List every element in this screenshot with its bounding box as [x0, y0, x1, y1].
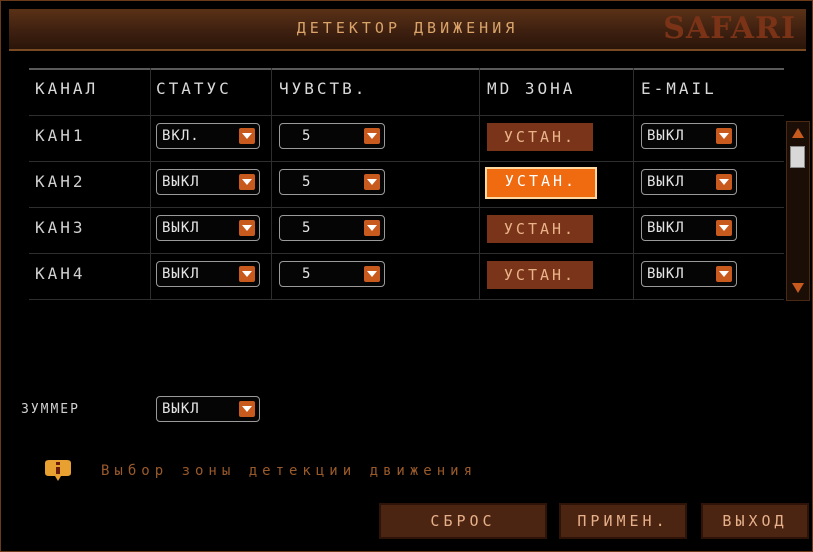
- exit-button[interactable]: ВЫХОД: [701, 503, 809, 539]
- email-value: ВЫКЛ: [647, 128, 685, 144]
- chevron-down-icon[interactable]: [364, 266, 380, 282]
- email-select[interactable]: ВЫКЛ: [641, 123, 737, 149]
- email-value: ВЫКЛ: [647, 266, 685, 282]
- chevron-down-icon[interactable]: [239, 220, 255, 236]
- chevron-down-icon[interactable]: [716, 128, 732, 144]
- channel-label: КАН2: [35, 172, 86, 191]
- info-icon: [43, 459, 73, 483]
- col-divider: [150, 68, 151, 299]
- buzzer-select[interactable]: ВЫКЛ: [156, 396, 260, 422]
- scrollbar-thumb[interactable]: [790, 146, 805, 168]
- email-value: ВЫКЛ: [647, 174, 685, 190]
- sensitivity-select[interactable]: 5: [279, 215, 385, 241]
- sensitivity-select[interactable]: 5: [279, 169, 385, 195]
- status-value: ВЫКЛ: [162, 220, 200, 236]
- status-value: ВЫКЛ: [162, 174, 200, 190]
- row-divider: [29, 161, 784, 162]
- dialog-window: ДЕТЕКТОР ДВИЖЕНИЯ SAFARI КАНАЛ СТАТУС ЧУ…: [0, 0, 813, 552]
- row-divider: [29, 115, 784, 116]
- row-divider: [29, 299, 784, 300]
- buzzer-value: ВЫКЛ: [162, 401, 200, 417]
- channel-label: КАН4: [35, 264, 86, 283]
- chevron-down-icon[interactable]: [239, 128, 255, 144]
- table-top-border: [29, 68, 784, 70]
- column-header-status: СТАТУС: [156, 79, 232, 98]
- zone-setup-button[interactable]: УСТАН.: [487, 261, 593, 289]
- email-select[interactable]: ВЫКЛ: [641, 169, 737, 195]
- row-divider: [29, 253, 784, 254]
- scroll-down-icon[interactable]: [790, 280, 806, 296]
- scroll-up-icon[interactable]: [790, 125, 806, 141]
- hint-text: Выбор зоны детекции движения: [101, 463, 478, 479]
- sensitivity-select[interactable]: 5: [279, 261, 385, 287]
- sensitivity-value: 5: [302, 128, 312, 144]
- chevron-down-icon[interactable]: [716, 266, 732, 282]
- col-divider: [479, 68, 480, 299]
- status-select[interactable]: ВЫКЛ: [156, 215, 260, 241]
- zone-setup-button[interactable]: УСТАН.: [487, 123, 593, 151]
- chevron-down-icon[interactable]: [364, 128, 380, 144]
- column-header-channel: КАНАЛ: [35, 79, 99, 98]
- column-header-md-zone: MD ЗОНА: [487, 79, 576, 98]
- sensitivity-value: 5: [302, 220, 312, 236]
- col-divider: [271, 68, 272, 299]
- status-select[interactable]: ВКЛ.: [156, 123, 260, 149]
- channel-label: КАН3: [35, 218, 86, 237]
- chevron-down-icon[interactable]: [716, 174, 732, 190]
- chevron-down-icon[interactable]: [364, 220, 380, 236]
- table-scrollbar[interactable]: [786, 121, 810, 301]
- email-select[interactable]: ВЫКЛ: [641, 215, 737, 241]
- chevron-down-icon[interactable]: [716, 220, 732, 236]
- status-select[interactable]: ВЫКЛ: [156, 169, 260, 195]
- status-value: ВЫКЛ: [162, 266, 200, 282]
- sensitivity-value: 5: [302, 266, 312, 282]
- email-value: ВЫКЛ: [647, 220, 685, 236]
- status-value: ВКЛ.: [162, 128, 200, 144]
- zone-setup-button[interactable]: УСТАН.: [487, 215, 593, 243]
- chevron-down-icon[interactable]: [239, 401, 255, 417]
- column-header-email: E-MAIL: [641, 79, 717, 98]
- chevron-down-icon[interactable]: [239, 174, 255, 190]
- row-divider: [29, 207, 784, 208]
- sensitivity-select[interactable]: 5: [279, 123, 385, 149]
- apply-button[interactable]: ПРИМЕН.: [559, 503, 687, 539]
- channel-label: КАН1: [35, 126, 86, 145]
- chevron-down-icon[interactable]: [239, 266, 255, 282]
- zone-setup-button[interactable]: УСТАН.: [485, 167, 597, 199]
- email-select[interactable]: ВЫКЛ: [641, 261, 737, 287]
- title-bar: ДЕТЕКТОР ДВИЖЕНИЯ SAFARI: [9, 9, 806, 51]
- col-divider: [633, 68, 634, 299]
- reset-button[interactable]: СБРОС: [379, 503, 547, 539]
- brand-logo: SAFARI: [663, 11, 796, 46]
- status-select[interactable]: ВЫКЛ: [156, 261, 260, 287]
- chevron-down-icon[interactable]: [364, 174, 380, 190]
- buzzer-label: ЗУММЕР: [21, 402, 80, 417]
- column-header-sensitivity: ЧУВСТВ.: [279, 79, 368, 98]
- sensitivity-value: 5: [302, 174, 312, 190]
